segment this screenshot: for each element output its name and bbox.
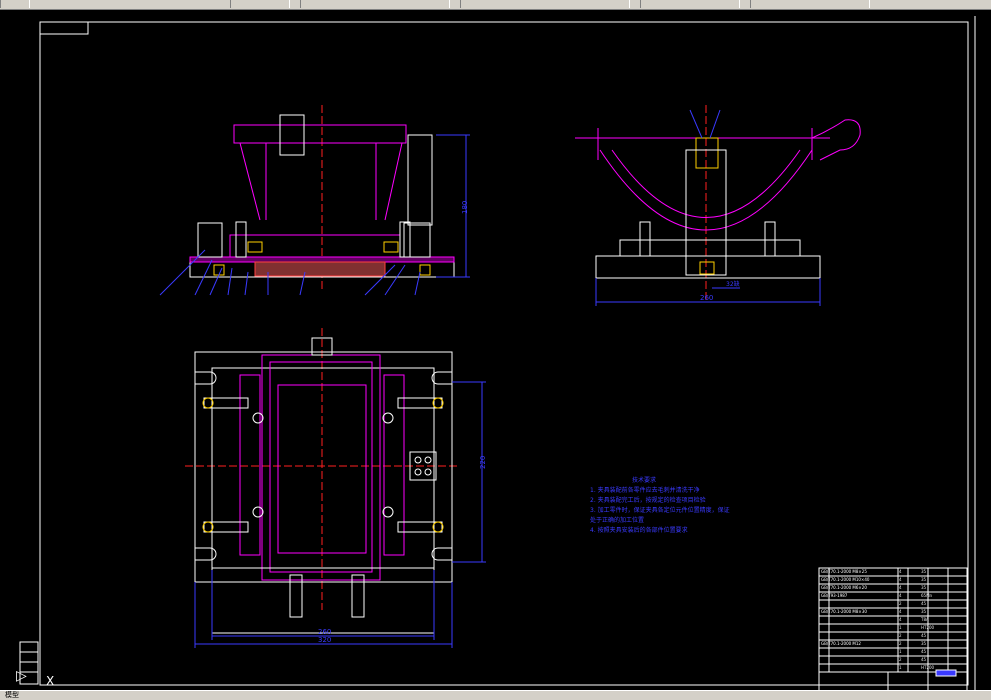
bom-row: GB/T70.1-2000 M12 2 35	[821, 641, 927, 646]
bill-of-materials: GB/T70.1-2000 M8×25 4 35 GB/T70.1-2000 M10…	[819, 568, 965, 692]
side-dim-top: 32缺	[726, 280, 740, 288]
toolbar-dropdown-6[interactable]	[750, 0, 870, 8]
bom-row: 1 HT200	[899, 625, 935, 630]
bom-row: GB/T93-1987 4 65Mn	[821, 593, 933, 598]
tech-note-line: 2. 夹具装配完工后，按规定的检查项目检验	[590, 497, 706, 504]
tech-note-line: 4. 按照夹具安装后的各部件位置要求	[590, 527, 688, 534]
tech-note-line: 1. 夹具装配前各零件应去毛刺并清洗干净	[590, 487, 700, 494]
bom-row: 1 45	[899, 649, 927, 654]
tech-notes-title: 技术要求	[632, 477, 657, 484]
top-dim-inner: 260	[318, 628, 331, 636]
ucs-x-axis-icon: X	[46, 674, 55, 688]
bom-row: 2 45	[899, 657, 927, 662]
bom-row: 2 45	[899, 633, 927, 638]
toolbar-dropdown-1[interactable]	[0, 0, 30, 8]
toolbar-dropdown-3[interactable]	[300, 0, 450, 8]
tech-note-line: 3. 加工零件时，保证夹具各定位元件位置精度，保证	[590, 507, 730, 514]
front-view	[159, 105, 470, 296]
bom-row: 4 T8A	[899, 617, 929, 622]
bom-row: 2 45	[899, 601, 927, 606]
bom-row: GB/T70.1-2000 M8×30 4 35	[821, 609, 927, 614]
toolbar-dropdown-5[interactable]	[640, 0, 740, 8]
top-dim-right: 220	[479, 456, 487, 469]
bom-row: GB/T70.1-2000 M8×25 4 35	[821, 569, 927, 574]
tech-note-line: 处于正确的加工位置	[590, 517, 645, 524]
ucs-icon: ▷	[16, 668, 27, 684]
toolbar-dropdown-2[interactable]	[230, 0, 290, 8]
toolbar	[0, 0, 991, 10]
front-height-dim: 180	[461, 201, 469, 214]
technical-requirements: 技术要求 1. 夹具装配前各零件应去毛刺并清洗干净 2. 夹具装配完工后，按规定…	[590, 476, 790, 536]
bom-row: GB/T70.1-2000 M10×40 4 35	[821, 577, 927, 582]
side-dim-bottom: 260	[700, 294, 713, 302]
bom-row: GB/T70.1-2000 M6×20 4 35	[821, 585, 927, 590]
side-view	[575, 105, 861, 306]
drawing-canvas[interactable]: 180 32缺 260 220 260 320 技术要求 1. 夹具装配前各零件…	[0, 10, 991, 690]
bom-row: 1 HT200	[899, 665, 935, 670]
toolbar-dropdown-4[interactable]	[460, 0, 630, 8]
top-view	[185, 328, 486, 648]
top-dim-outer: 320	[318, 636, 331, 644]
